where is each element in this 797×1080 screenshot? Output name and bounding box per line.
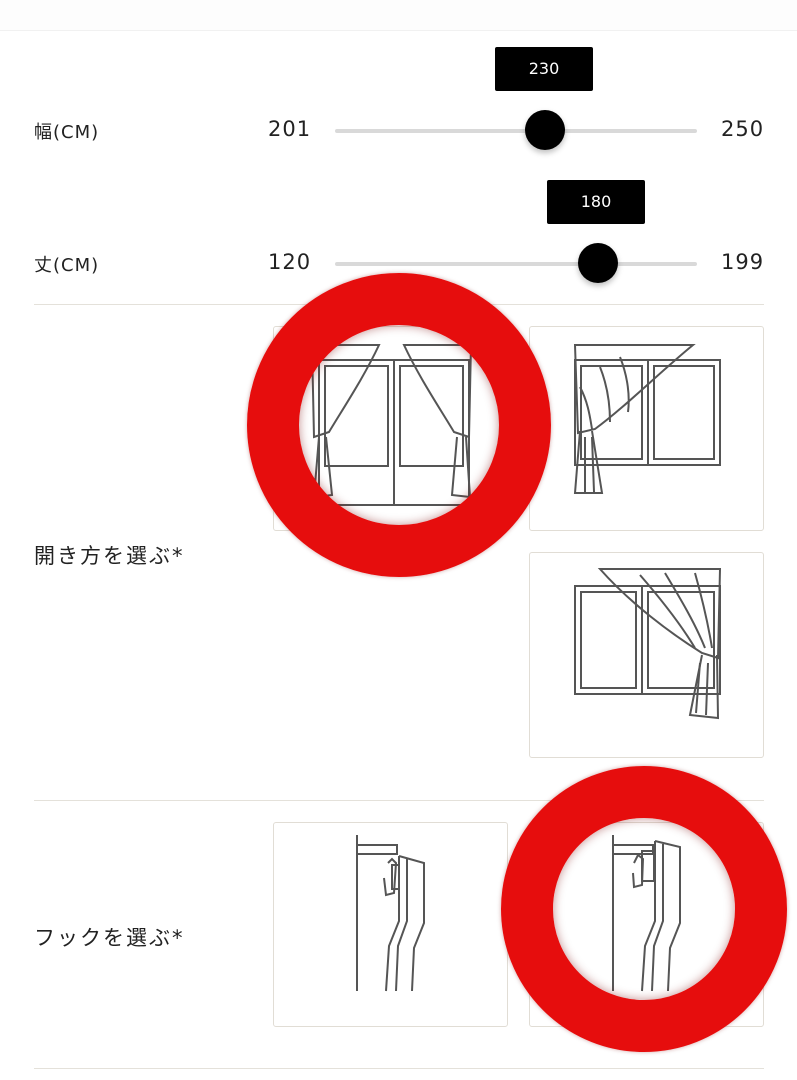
width-slider-thumb[interactable] (525, 110, 565, 150)
curtain-right-side-icon (574, 568, 722, 720)
height-label: 丈(CM) (34, 255, 100, 276)
divider (34, 1068, 764, 1069)
highlight-ring-opening (247, 273, 551, 577)
height-slider-track[interactable] (335, 262, 697, 266)
opening-type-label: 開き方を選ぶ* (34, 544, 185, 568)
opening-option-left[interactable] (529, 326, 764, 531)
height-min-label: 120 (268, 250, 312, 274)
width-max-label: 250 (721, 117, 765, 141)
width-value-tooltip: 230 (495, 47, 593, 91)
highlight-ring-hook (501, 766, 787, 1052)
width-label: 幅(CM) (34, 122, 100, 143)
hook-option-a[interactable] (273, 822, 508, 1027)
hook-type-a-icon (356, 835, 425, 992)
width-min-label: 201 (268, 117, 312, 141)
height-value-tooltip: 180 (547, 180, 645, 224)
top-bar (0, 0, 797, 31)
height-max-label: 199 (721, 250, 765, 274)
curtain-left-side-icon (573, 344, 721, 494)
opening-option-right[interactable] (529, 552, 764, 758)
hook-type-label: フックを選ぶ* (34, 926, 185, 950)
width-slider-track[interactable] (335, 129, 697, 133)
height-slider-thumb[interactable] (578, 243, 618, 283)
